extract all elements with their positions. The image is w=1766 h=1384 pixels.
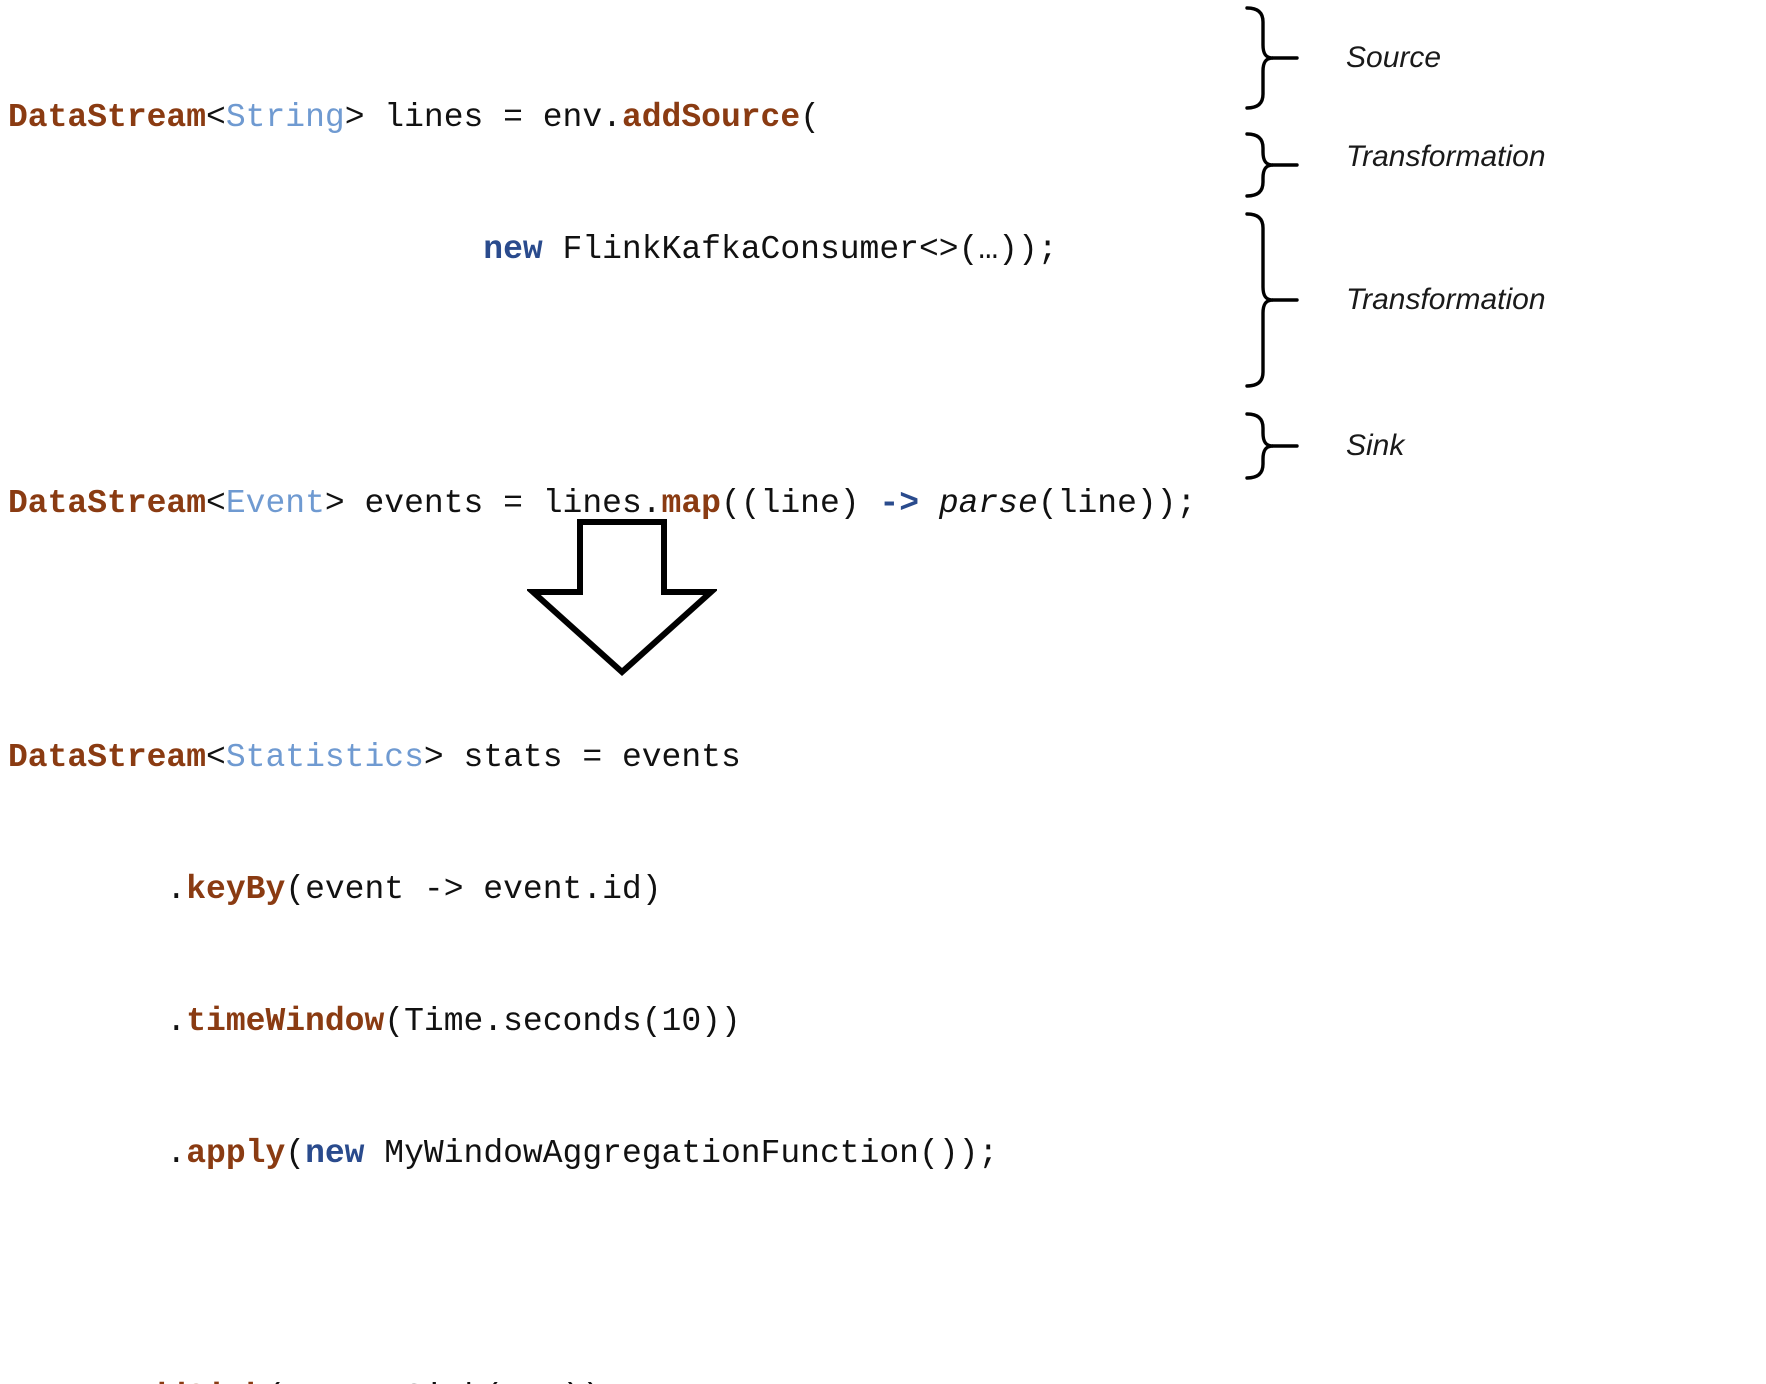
- code-token-method: addSink: [127, 1379, 266, 1384]
- code-token-plain: (: [800, 99, 820, 136]
- code-token-plain: FlinkKafkaConsumer<>(…));: [542, 231, 1058, 268]
- code-token-plain: .: [8, 871, 187, 908]
- code-gap-1: [8, 360, 1238, 394]
- curly-brace-icon: [1245, 132, 1299, 198]
- curly-brace-icon: [1245, 212, 1299, 388]
- code-token-plain: <: [206, 99, 226, 136]
- code-token-method: addSource: [621, 99, 801, 136]
- group-label-ann-source: Source: [1346, 41, 1442, 74]
- code-token-plain: <: [206, 739, 226, 776]
- code-token-method: keyBy: [186, 871, 286, 908]
- curly-brace-icon: [1245, 6, 1299, 110]
- code-token-plain: > events = lines.: [324, 485, 662, 522]
- brace-ann-transformation-2: [1243, 212, 1309, 388]
- code-token-generic: Statistics: [225, 739, 424, 776]
- code-token-type: DataStream: [8, 99, 207, 136]
- curly-brace-path: [1245, 132, 1274, 198]
- code-token-plain: MyWindowAggregationFunction());: [364, 1135, 999, 1172]
- code-token-keyword: new: [483, 231, 543, 268]
- code-token-plain: ((line): [720, 485, 880, 522]
- code-token-plain: > lines = env.: [344, 99, 622, 136]
- group-label-ann-transformation-2: Transformation: [1346, 283, 1546, 316]
- code-token-plain: MySink(...));: [345, 1379, 621, 1384]
- code-token-type: DataStream: [8, 485, 207, 522]
- code-token-plain: .: [8, 1003, 187, 1040]
- code-line-2: new FlinkKafkaConsumer<>(…));: [8, 228, 1238, 272]
- code-line-8: stats.addSink(new MySink(...));: [8, 1376, 1238, 1384]
- group-label-ann-transformation-1: Transformation: [1346, 140, 1546, 173]
- code-line-1: DataStream<String> lines = env.addSource…: [8, 96, 1238, 140]
- down-arrow: [525, 518, 719, 683]
- code-line-4: DataStream<Statistics> stats = events: [8, 736, 1238, 780]
- curly-brace-path: [1245, 212, 1274, 388]
- curly-brace-path: [1245, 6, 1274, 110]
- code-line-7: .apply(new MyWindowAggregationFunction()…: [8, 1132, 1238, 1176]
- code-token-plain: (line));: [1037, 485, 1197, 522]
- code-token-arrow: ->: [879, 485, 920, 522]
- brace-ann-sink: [1243, 412, 1309, 480]
- slide-canvas: DataStream<String> lines = env.addSource…: [0, 0, 1766, 1384]
- code-token-keyword: new: [305, 1135, 365, 1172]
- code-token-generic: String: [225, 99, 345, 136]
- code-token-type: DataStream: [8, 739, 207, 776]
- code-token-method: timeWindow: [186, 1003, 385, 1040]
- code-line-5: .keyBy(event -> event.id): [8, 868, 1238, 912]
- code-line-6: .timeWindow(Time.seconds(10)): [8, 1000, 1238, 1044]
- down-arrow-icon: [525, 519, 719, 677]
- code-token-plain: .: [8, 1135, 187, 1172]
- code-token-plain: stats.: [8, 1379, 127, 1384]
- code-token-plain: > stats = events: [423, 739, 741, 776]
- code-token-generic: Event: [225, 485, 325, 522]
- code-token-method: apply: [186, 1135, 286, 1172]
- down-arrow-shape: [525, 519, 719, 677]
- curly-brace-icon: [1245, 412, 1299, 480]
- code-token-keyword: new: [285, 1379, 344, 1384]
- code-token-plain: (: [285, 1135, 306, 1172]
- code-gap-3: [8, 1264, 1238, 1288]
- code-token-plain: (: [265, 1379, 285, 1384]
- code-token-method: map: [661, 485, 721, 522]
- brace-ann-source: [1243, 6, 1309, 110]
- code-token-plain: <: [206, 485, 226, 522]
- code-token-italic: parse: [938, 485, 1038, 522]
- group-label-ann-sink: Sink: [1346, 429, 1405, 462]
- code-token-plain: (Time.seconds(10)): [384, 1003, 741, 1040]
- code-token-plain: (event -> event.id): [285, 871, 662, 908]
- brace-ann-transformation-1: [1243, 132, 1309, 198]
- curly-brace-path: [1245, 412, 1274, 480]
- code-block: DataStream<String> lines = env.addSource…: [8, 8, 1238, 1384]
